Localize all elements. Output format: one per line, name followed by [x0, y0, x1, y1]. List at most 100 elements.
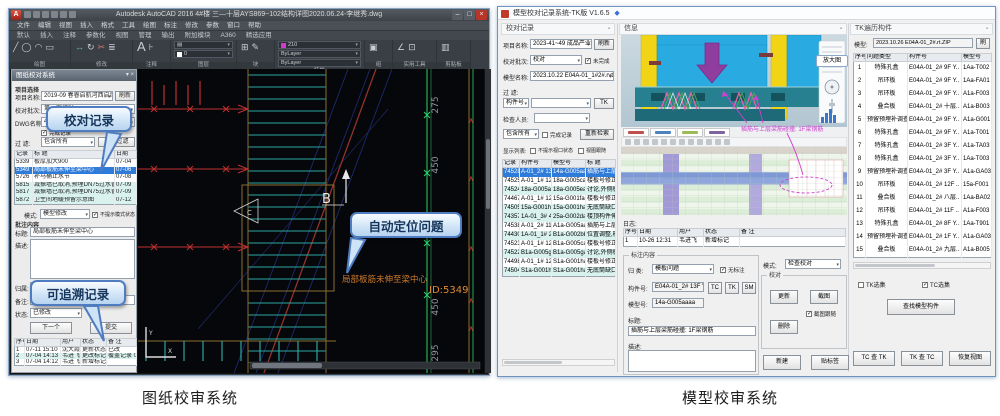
list-header-cell[interactable]: 记录 — [503, 160, 520, 168]
record-row[interactable]: 5726补马桶止水节07-08 — [15, 174, 137, 182]
list-header-cell[interactable]: 构件号 — [520, 160, 552, 168]
panel-label[interactable]: 组 — [365, 62, 392, 69]
review-list-row[interactable]: 74528A-01_2# 13F YGC14a-G005aaaaa插筋与上层梁筋… — [503, 168, 616, 178]
left-panel-header[interactable]: 校对记录▪ — [501, 23, 615, 35]
pin-icon[interactable]: ▪ — [986, 24, 988, 34]
ribbon-tab[interactable]: 视图 — [111, 31, 134, 40]
text-icon[interactable]: A — [137, 42, 146, 52]
tk-header-cell[interactable]: 序号 — [854, 54, 866, 62]
move-icon[interactable]: ↔ — [75, 42, 84, 52]
ribbon-tab[interactable]: 附加模块 — [180, 31, 216, 40]
ribbon-tab[interactable]: 输出 — [157, 31, 180, 40]
nomark-checkbox[interactable]: 无标注 — [720, 266, 745, 274]
tk-hscrollbar[interactable] — [853, 262, 991, 269]
pin-icon[interactable]: ▪ — [608, 24, 610, 34]
menu-item[interactable]: 参数 — [202, 21, 223, 30]
panel-label[interactable]: 剪贴板 — [437, 62, 470, 69]
tk-component-row[interactable]: 14预留预埋补调查E04A-01_2# 1F Y..A1a-GA03 — [854, 231, 992, 244]
tk-refresh-button[interactable]: 刷 — [976, 38, 990, 49]
review-list-row[interactable]: 7450515a-G001haaba15a-G001haaba无底筒缺口,立缝 — [503, 204, 616, 213]
line-icon[interactable]: ╱ — [13, 42, 18, 52]
panel-label[interactable]: 注释 — [133, 62, 170, 69]
history-header-cell[interactable]: 用户 — [61, 339, 81, 347]
palette-titlebar[interactable]: 图纸校对系统▾ × — [12, 70, 136, 81]
menu-item[interactable]: 窗口 — [223, 21, 244, 30]
note-desc-textarea[interactable] — [30, 239, 135, 279]
project-select[interactable]: 2023-41~49 成品产业片区2#-02期F — [530, 39, 592, 49]
restore-view-button[interactable]: 恢复视图 — [949, 351, 991, 366]
history-header-cell[interactable]: 序号 — [15, 339, 25, 347]
new-button[interactable]: 新建 — [763, 355, 801, 370]
edit-block-icon[interactable]: ✎ — [252, 42, 260, 52]
note-title-input[interactable]: 局部板筋未伸至梁中心 — [30, 227, 135, 237]
maximize-button[interactable]: □ — [464, 10, 475, 20]
trim-icon[interactable]: ✂ — [98, 42, 106, 52]
tk-component-row[interactable]: 13特殊孔盒E04A-01_2# 8F Y..1Aa-T901 — [854, 218, 992, 231]
log-header-cell[interactable]: 序号 — [624, 229, 638, 237]
record-row[interactable]: 5872卫生间地暖预留示意图07-12 — [15, 197, 137, 205]
list-hscrollbar[interactable] — [502, 359, 615, 366]
minimize-button[interactable]: – — [452, 10, 463, 20]
tk-header-cell[interactable]: 问题类型 — [866, 54, 908, 62]
close-button[interactable]: × — [476, 10, 487, 20]
panel-label[interactable]: 块 — [237, 62, 274, 69]
find-components-button[interactable]: 查找模型构件 — [887, 299, 955, 315]
tk-component-row[interactable]: 2吊环板E04A-01_2# 9F Y..1Aa-FA01 — [854, 75, 992, 88]
paste-icon[interactable]: ▥ — [441, 42, 450, 52]
search-button[interactable]: 重新检索 — [580, 129, 614, 140]
records-header-cell[interactable]: 记录 — [15, 151, 33, 159]
log-header-cell[interactable]: 日期 — [638, 229, 678, 237]
group-icon[interactable]: ▣ — [369, 42, 378, 52]
panel-label[interactable]: 绘图 — [9, 62, 70, 69]
ribbon-tab[interactable]: 精选应用 — [241, 31, 277, 40]
right-panel-header[interactable]: TK遍历构件▪ — [850, 23, 993, 35]
circle-icon[interactable]: ◯ — [21, 42, 31, 52]
sm-button[interactable]: SM — [742, 282, 756, 294]
menu-item[interactable]: 文件 — [13, 21, 34, 30]
status-select[interactable]: 已修改 — [30, 308, 82, 318]
rotate-icon[interactable]: ↻ — [87, 42, 95, 52]
review-list-row[interactable]: 74522B1a-G005gaabaB1a-G005gaaba讨论,外侧板覆盖处… — [503, 249, 616, 258]
update-button[interactable]: 更新 — [770, 290, 798, 304]
screenshot-button[interactable]: 截图 — [810, 290, 838, 304]
checker-select[interactable] — [534, 113, 590, 123]
panel-label[interactable]: 修改 — [71, 62, 132, 69]
tk-set-checkbox[interactable]: TK选集 — [858, 280, 886, 289]
tk-component-row[interactable]: 11叠合板E04A-01_2# 八层..1Aa-BA02 — [854, 192, 992, 205]
log-header-cell[interactable]: 备 注 — [740, 229, 846, 237]
ribbon-tab[interactable]: 参数化 — [81, 31, 111, 40]
tk-component-row[interactable]: 9预留预埋补调查E04A-01_2# 3F Y..A1a-GA03 — [854, 166, 992, 179]
review-list-row[interactable]: 74498A-01_1# 12F YGCS1a-G001haaba楼板号修正 — [503, 258, 616, 267]
quick-access-toolbar[interactable] — [24, 11, 76, 18]
canvas-hscrollbar[interactable] — [250, 362, 480, 369]
refresh-button[interactable]: 刷新 — [594, 39, 614, 50]
panel-label[interactable]: 图层 — [171, 62, 236, 69]
review-list-row[interactable]: 7452418a-G005aaaba18a-G005eaaba讨论,外侧板嵌缝处… — [503, 186, 616, 195]
delete-button[interactable]: 删除 — [770, 320, 798, 334]
menu-item[interactable]: 帮助 — [244, 21, 265, 30]
tk-component-row[interactable]: 4叠合板E04A-01_2# 十层..A1a-B003 — [854, 101, 992, 114]
linetype-select[interactable]: ByLayer — [278, 50, 361, 58]
layer-filter-icon[interactable]: ▤ — [174, 41, 233, 49]
list-header-cell[interactable]: 模型号 — [552, 160, 586, 168]
history-row[interactable]: 307-04 14:12韦进飞新增标记 — [15, 359, 137, 366]
screenshot-follow-checkbox[interactable]: 截图跟随 — [806, 310, 836, 318]
viewport-hint-checkbox[interactable]: 不提示视口状态 — [530, 147, 573, 154]
offset-icon[interactable]: ≣ — [108, 42, 116, 52]
mode-select[interactable]: 检查校对 — [785, 259, 841, 269]
note-title-input[interactable]: 插筋与上层梁筋碰撞: 1F梁钢筋 — [628, 326, 756, 336]
log-header-cell[interactable]: 状态 — [704, 229, 740, 237]
autocad-logo-icon[interactable]: A — [11, 10, 21, 20]
tk-header-cell[interactable]: 模型号 — [962, 54, 992, 62]
tk-button[interactable]: TK — [725, 282, 739, 294]
ribbon-tab[interactable]: 注释 — [58, 31, 81, 40]
lineweight-select[interactable]: ByLayer — [278, 59, 361, 67]
log-row[interactable]: 110-26 12:31韦进飞新增标记 — [624, 237, 846, 247]
list-header-cell[interactable]: 标 题 — [586, 160, 616, 168]
history-header-cell[interactable]: 备 注 — [107, 339, 137, 347]
view-follow-checkbox[interactable]: 视图跟随 — [578, 147, 606, 154]
sheet-tab[interactable] — [704, 128, 730, 137]
rect-icon[interactable]: ▭ — [45, 42, 54, 52]
canvas-vscrollbar[interactable] — [485, 69, 491, 373]
done-record-checkbox[interactable]: 完成记录 — [542, 131, 572, 139]
